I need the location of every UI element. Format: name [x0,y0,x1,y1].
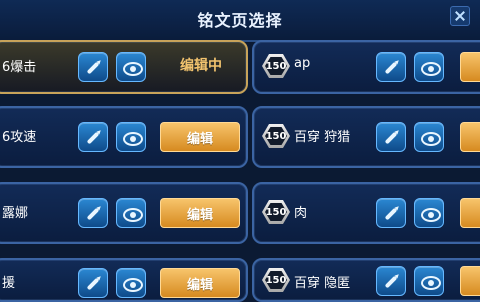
edit-button[interactable]: 编辑 [160,198,240,228]
eye-icon [123,62,143,76]
edit-button[interactable]: 编辑 [160,122,240,152]
eye-icon [123,208,143,222]
edit-name-button[interactable] [376,122,406,152]
editing-status: 编辑中 [180,58,222,74]
eye-icon [421,62,441,76]
level-badge: 150 [262,200,290,224]
pencil-icon [384,207,398,221]
eye-icon [421,276,441,290]
close-icon[interactable] [450,6,470,26]
rune-page-name: 肉 [294,206,308,221]
rune-page-name: 百穿 狩猎 [294,130,351,145]
left-row-3[interactable]: 露娜 编辑 [0,182,248,244]
pencil-icon [384,61,398,75]
level-badge: 150 [262,54,290,78]
edit-button[interactable] [460,198,480,228]
preview-button[interactable] [116,52,146,82]
edit-button[interactable] [460,122,480,152]
pencil-icon [384,131,398,145]
level-badge: 150 [262,268,290,292]
rune-page-name: 援 [2,276,16,291]
right-row-4[interactable]: 150 百穿 隐匿 [252,258,480,302]
preview-button[interactable] [414,198,444,228]
left-row-4[interactable]: 援 编辑 [0,258,248,302]
edit-button[interactable]: 编辑 [160,268,240,298]
preview-button[interactable] [414,52,444,82]
pencil-icon [86,207,100,221]
level-value: 150 [265,271,287,289]
pencil-icon [384,275,398,289]
eye-icon [421,132,441,146]
edit-name-button[interactable] [376,266,406,296]
page-title: 铭文页选择 [197,11,283,30]
left-row-1[interactable]: 6爆击 编辑中 [0,40,248,94]
header-bar: 铭文页选择 [0,0,480,42]
preview-button[interactable] [116,268,146,298]
eye-icon [421,208,441,222]
edit-name-button[interactable] [78,198,108,228]
pencil-icon [86,277,100,291]
right-row-2[interactable]: 150 百穿 狩猎 [252,106,480,168]
right-row-1[interactable]: 150 ap [252,40,480,94]
preview-button[interactable] [116,198,146,228]
level-value: 150 [265,203,287,221]
edit-name-button[interactable] [78,268,108,298]
preview-button[interactable] [414,266,444,296]
preview-button[interactable] [414,122,444,152]
edit-name-button[interactable] [78,122,108,152]
level-badge: 150 [262,124,290,148]
pencil-icon [86,61,100,75]
preview-button[interactable] [116,122,146,152]
eye-icon [123,278,143,292]
rune-page-name: 百穿 隐匿 [294,276,351,291]
edit-name-button[interactable] [376,198,406,228]
edit-button[interactable] [460,52,480,82]
left-row-2[interactable]: 6攻速 编辑 [0,106,248,168]
rune-page-name: ap [294,56,311,71]
pencil-icon [86,131,100,145]
level-value: 150 [265,57,287,75]
rune-page-name: 露娜 [2,206,29,221]
eye-icon [123,132,143,146]
level-value: 150 [265,127,287,145]
edit-name-button[interactable] [376,52,406,82]
right-row-3[interactable]: 150 肉 [252,182,480,244]
edit-name-button[interactable] [78,52,108,82]
edit-button[interactable] [460,266,480,296]
rune-page-name: 6攻速 [2,130,37,145]
rune-page-name: 6爆击 [2,60,37,75]
